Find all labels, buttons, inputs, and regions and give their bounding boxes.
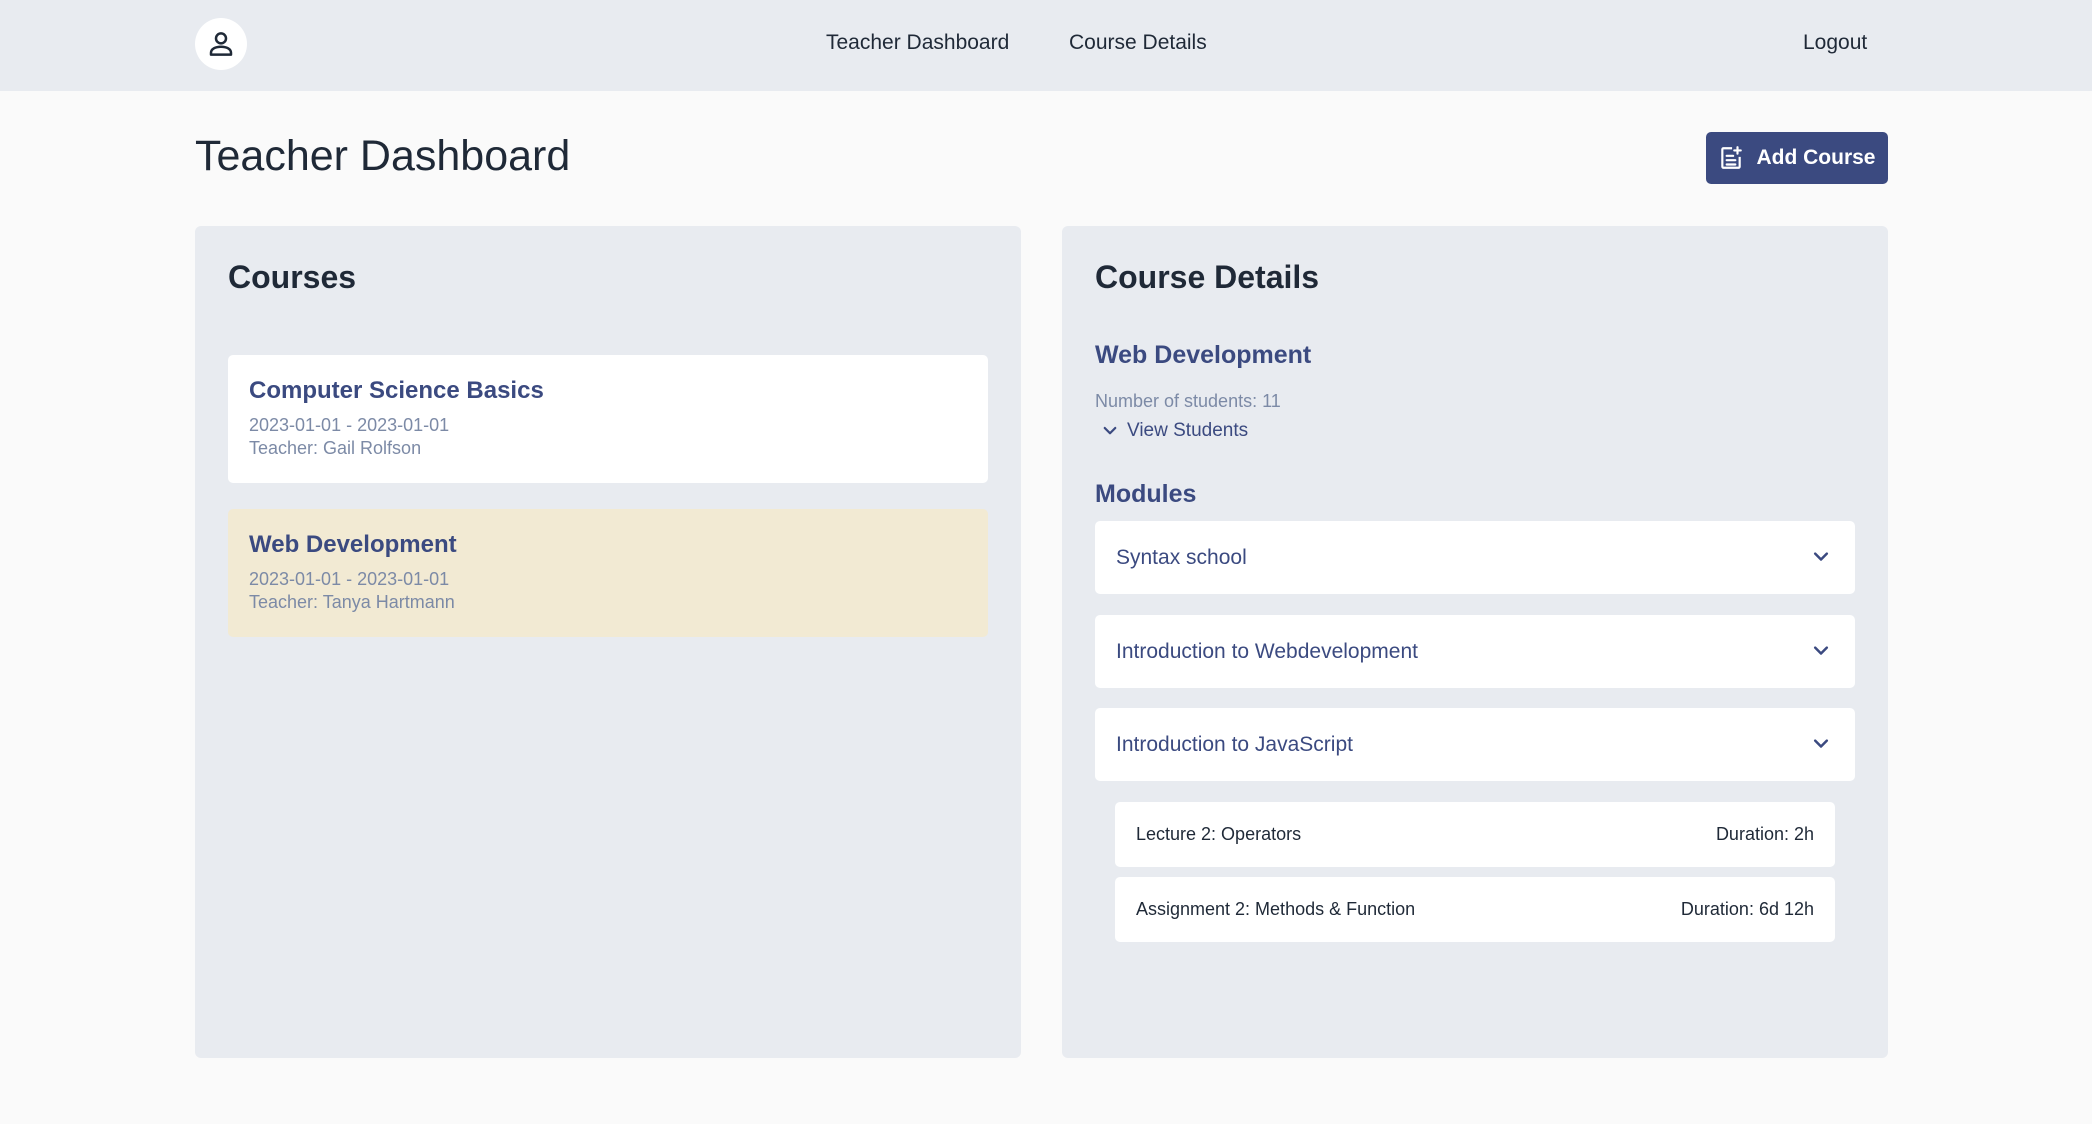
course-card[interactable]: Computer Science Basics 2023-01-01 - 202… — [228, 355, 988, 483]
module-label: Introduction to JavaScript — [1116, 733, 1353, 756]
top-navbar: Teacher Dashboard Course Details Logout — [0, 0, 2092, 91]
lecture-duration: Duration: 6d 12h — [1680, 899, 1814, 919]
lecture-item[interactable]: Assignment 2: Methods & Function Duratio… — [1115, 877, 1835, 942]
lecture-name: Lecture 2: Operators — [1136, 824, 1302, 844]
module-accordion[interactable]: Introduction to Webdevelopment — [1095, 615, 1855, 688]
lecture-duration: Duration: 2h — [1715, 824, 1814, 844]
chevron-down-icon — [1813, 739, 1829, 748]
add-course-label: Add Course — [1756, 146, 1876, 169]
chevron-down-icon — [1813, 552, 1829, 561]
nav-course-details[interactable]: Course Details — [1069, 31, 1207, 55]
students-count: Number of students: 11 — [1095, 391, 1281, 411]
module-label: Introduction to Webdevelopment — [1116, 640, 1418, 663]
course-card-selected[interactable]: Web Development 2023-01-01 - 2023-01-01 … — [228, 509, 988, 637]
user-avatar-button[interactable] — [195, 18, 247, 70]
chevron-down-icon — [1103, 426, 1117, 435]
modules-heading: Modules — [1095, 480, 1197, 508]
courses-panel: Courses Computer Science Basics 2023-01-… — [195, 226, 1021, 1058]
course-dates: 2023-01-01 - 2023-01-01 — [249, 569, 450, 589]
note-add-icon — [1721, 146, 1743, 169]
courses-heading: Courses — [228, 259, 357, 295]
user-icon — [209, 32, 233, 56]
module-label: Syntax school — [1116, 546, 1247, 569]
lecture-item[interactable]: Lecture 2: Operators Duration: 2h — [1115, 802, 1835, 867]
module-accordion[interactable]: Introduction to JavaScript — [1095, 708, 1855, 781]
module-accordion[interactable]: Syntax school — [1095, 521, 1855, 594]
course-teacher: Teacher: Tanya Hartmann — [249, 592, 455, 612]
course-details-panel: Course Details Web Development Number of… — [1062, 226, 1888, 1058]
add-course-button[interactable]: Add Course — [1706, 132, 1888, 184]
course-teacher: Teacher: Gail Rolfson — [249, 438, 422, 458]
course-title: Web Development — [249, 531, 457, 558]
lecture-name: Assignment 2: Methods & Function — [1136, 899, 1416, 919]
nav-teacher-dashboard[interactable]: Teacher Dashboard — [826, 31, 1009, 55]
course-title: Computer Science Basics — [249, 377, 544, 404]
course-details-heading: Course Details — [1095, 259, 1320, 295]
view-students-label: View Students — [1127, 420, 1249, 441]
page-title: Teacher Dashboard — [195, 132, 571, 180]
course-dates: 2023-01-01 - 2023-01-01 — [249, 415, 450, 435]
logout-link[interactable]: Logout — [1803, 31, 1867, 55]
view-students-toggle[interactable]: View Students — [1101, 420, 1248, 442]
selected-course-title: Web Development — [1095, 341, 1312, 369]
chevron-down-icon — [1813, 646, 1829, 655]
